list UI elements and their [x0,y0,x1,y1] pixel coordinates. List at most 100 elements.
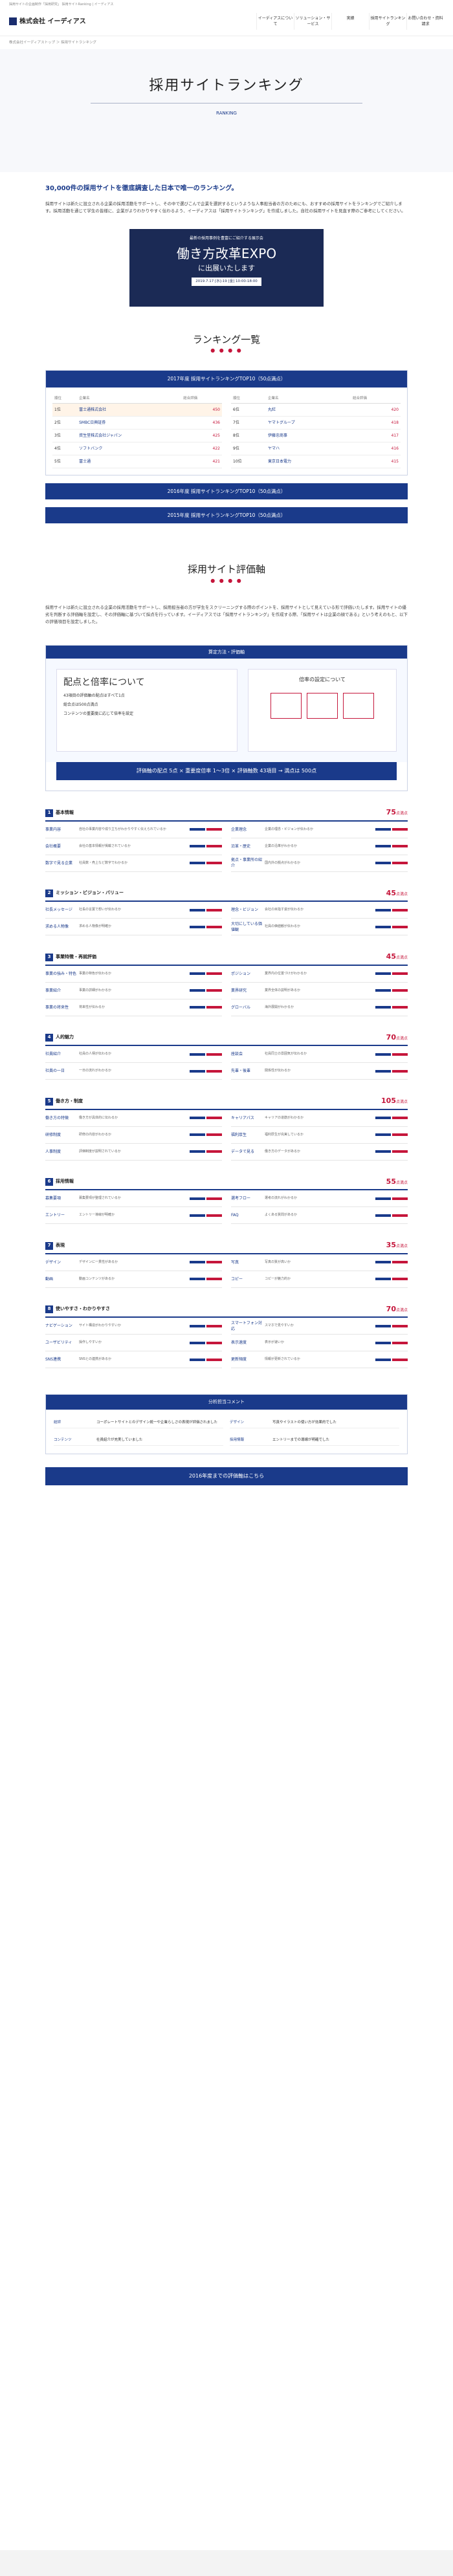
eval-points-badge [190,925,205,928]
company-link[interactable]: 資生堂株式会社ジャパン [77,429,182,442]
past-eval-button[interactable]: 2016年度までの評価軸はこちら [45,1467,408,1486]
eval-item-name: 企業理念 [231,827,247,832]
score-cell: 416 [350,442,401,455]
page-subtitle: RANKING [216,110,237,116]
eval-item: コピー コピーが魅力的か [231,1271,408,1288]
ranking-2016-button[interactable]: 2016年度 採用サイトランキングTOP10（50点満点） [45,483,408,500]
category-points-value: 105 [381,1097,396,1106]
analysis-box: 分析担当コメント 総評 コーポレートサイトとのデザイン統一や企業らしさの表現が評価… [45,1394,408,1455]
eval-multiplier-badge [206,828,222,831]
rank-cell: 4位 [52,442,78,455]
eval-item-name: ユーザビリティ [45,1340,72,1346]
ranking-2015-button[interactable]: 2015年度 採用サイトランキングTOP10（50点満点） [45,507,408,524]
eval-item: 社員紹介 社員の人柄が伝わるか [45,1046,222,1064]
eval-multiplier-badge [206,1261,222,1264]
eval-item: データで見る 働き方のデータがあるか [231,1144,408,1161]
category-points-unit: 点満点 [395,891,408,897]
eval-item-desc: 海外展開がわかるか [265,1005,294,1009]
nav-contact[interactable]: お問い合わせ・資料請求 [406,13,444,30]
category-name: 7 表現 [45,1241,65,1250]
company-link[interactable]: ヤマハ [265,442,351,455]
eval-points-badge [190,1278,205,1281]
eval-multiplier-badge [392,1053,408,1056]
eval-points-badge [375,1261,391,1264]
table-row: 8位 伊藤忠商事 417 [231,429,401,442]
multiplier-box [307,693,338,719]
eval-multiplier-badge [206,1358,222,1361]
eval-item-name: コピー [231,1276,243,1282]
eval-item-name: 募集要項 [45,1196,61,1201]
multiplier-box [271,693,302,719]
company-link[interactable]: 東京日本電力 [265,455,351,468]
eval-item-desc: 動画コンテンツがあるか [79,1276,115,1281]
company-link[interactable]: 丸紅 [265,403,351,417]
eval-points-badge [190,828,205,831]
eval-heading: 採用サイト評価軸 [187,563,265,576]
category-points-value: 70 [386,1032,396,1042]
category-points-unit: 点満点 [395,1180,408,1185]
eval-item-name: キャリアパス [231,1115,254,1120]
eval-multiplier-badge [392,1069,408,1073]
company-link[interactable]: 富士通 [77,455,182,468]
eval-multiplier-badge [392,925,408,928]
eval-item-desc: 会社の目指す姿が伝わるか [265,908,304,912]
table-row: 1位 富士通株式会社 450 [52,403,222,417]
eval-item-name: 写真 [231,1260,239,1265]
eval-item-name: 会社概要 [45,844,61,849]
logo-text: 株式会社 イーディアス [19,17,86,25]
company-link[interactable]: ヤマトグループ [265,416,351,430]
table-row: 9位 ヤマハ 416 [231,442,401,455]
method-left-title: 配点と倍率について [63,677,145,688]
eval-points-badge [190,908,205,911]
eval-points-badge [190,1197,205,1200]
score-cell: 417 [350,429,401,442]
category-name: 2 ミッション・ビジョン・バリュー [45,890,124,898]
rank-cell: 8位 [231,429,266,442]
eval-item: 更新頻度 情報が更新されているか [231,1351,408,1369]
eval-item: FAQ よくある質問があるか [231,1207,408,1225]
nav-about[interactable]: イーディアスについて [256,13,294,30]
breadcrumb[interactable]: 株式会社イーディアストップ ＞ 採用サイトランキング [0,36,453,49]
category-number: 1 [45,809,53,817]
eval-points-badge [375,1150,391,1153]
analysis-head: 分析担当コメント [46,1395,407,1410]
nav-solutions[interactable]: ソリューション・サービス [294,13,331,30]
category-name: 4 人的魅力 [45,1034,74,1042]
category-points: 55点満点 [386,1177,408,1188]
method-point: 43項目の評価軸の配点はすべて1点 [63,693,125,699]
eval-multiplier-badge [392,1197,408,1200]
category-label: 基本情報 [56,809,74,815]
eval-item: 企業理念 企業の理念・ビジョンが伝わるか [231,822,408,838]
method-right: 倍率の設定について [248,669,397,752]
company-link[interactable]: 富士通株式会社 [77,403,182,417]
site-logo[interactable]: 株式会社 イーディアス [9,17,86,27]
category-number: 3 [45,953,53,961]
company-link[interactable]: SMBC日興証券 [77,416,182,430]
eval-points-badge [375,845,391,848]
eval-item-desc: 情報が更新されているか [265,1357,300,1362]
eval-item: 業界研究 業界全体の説明があるか [231,983,408,999]
eval-item: 人事制度 評価制度が説明されているか [45,1144,222,1161]
category-number: 8 [45,1305,53,1314]
eval-points-badge [190,1324,205,1327]
page-title: 採用サイトランキング [149,77,304,94]
logo-mark-icon [9,17,17,25]
company-link[interactable]: ソフトバンク [77,442,182,455]
eval-multiplier-badge [206,1133,222,1137]
lead-body: 採用サイトは新たに設立される企業の採用活動をサポートし、その中で選びこんで企業を… [45,201,406,213]
expo-banner[interactable]: 最新の採用事例を豊富にご紹介する展示会 働き方改革EXPO に出展いたします 2… [129,228,324,307]
nav-ranking[interactable]: 採用サイトランキング [369,13,406,30]
eval-item-name: 数字で見る企業 [45,860,73,866]
category-number: 7 [45,1241,53,1250]
eval-multiplier-badge [206,1278,222,1281]
company-link[interactable]: 伊藤忠商事 [265,429,351,442]
eval-item: 大切にしている価値観 社員の価値観が伝わるか [231,919,408,936]
eval-item: キャリアパス キャリアの道筋がわかるか [231,1110,408,1127]
ranking-2017-head[interactable]: 2017年度 採用サイトランキングTOP10（50点満点） [46,371,407,387]
method-calc: 評価軸の配点 5点 × 重要度倍率 1〜3倍 × 評価軸数 43項目 → 満点は… [56,762,397,781]
analysis-row: コンテンツ 社員紹介が充実していました [54,1435,223,1446]
col-name: 企業名 [265,393,351,404]
nav-works[interactable]: 実績 [331,13,369,30]
eval-item-desc: 会社の基本情報が掲載されているか [79,844,131,848]
method-right-title: 倍率の設定について [299,677,346,683]
